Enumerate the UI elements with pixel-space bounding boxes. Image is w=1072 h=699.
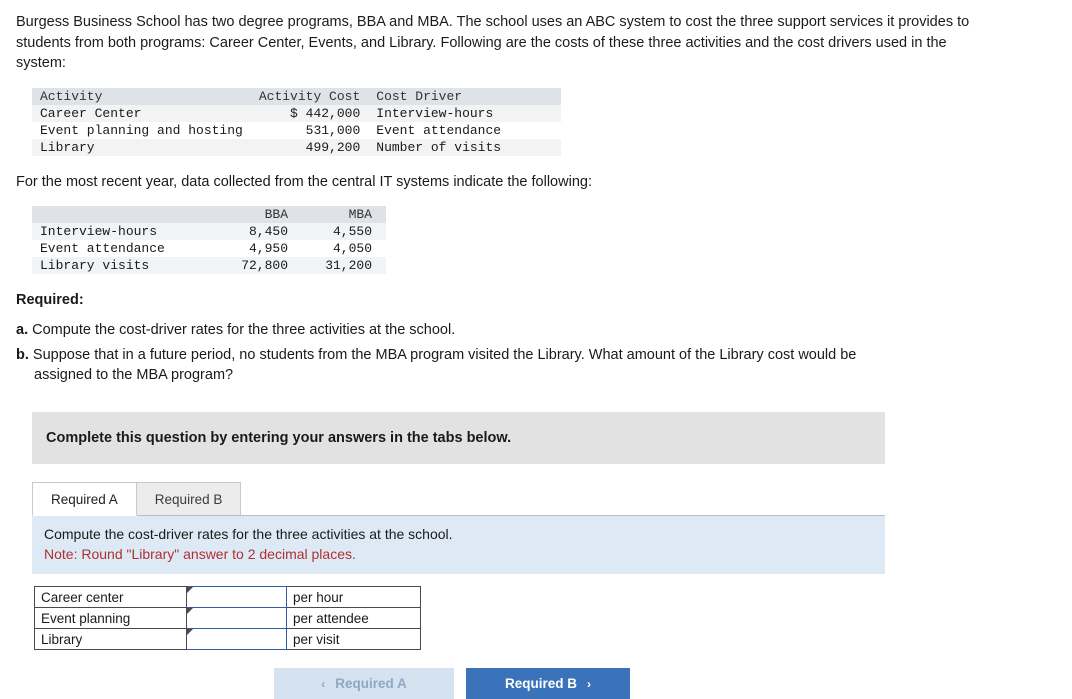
answer-row-unit: per hour — [286, 586, 421, 609]
answer-row-label: Library — [34, 628, 187, 651]
activity-name: Library — [40, 139, 95, 155]
driver-col-header — [32, 206, 218, 224]
driver-name: Library visits — [40, 258, 150, 274]
requirement-a: a. Compute the cost-driver rates for the… — [16, 320, 946, 341]
event-planning-rate-input[interactable] — [187, 608, 286, 629]
cell-corner-marker-icon — [187, 587, 193, 594]
table-row: Library visits 72,800 31,200 — [32, 257, 386, 275]
mid-text: For the most recent year, data collected… — [16, 173, 592, 190]
table-row: Event planning per attendee — [34, 607, 421, 630]
answer-row-label: Career center — [34, 586, 187, 609]
requirement-b: b. Suppose that in a future period, no s… — [16, 345, 946, 386]
requirement-b-text-cont: assigned to the MBA program? — [34, 367, 234, 384]
tab-required-a[interactable]: Required A — [32, 481, 137, 517]
table-row: Interview-hours 8,450 4,550 — [32, 223, 386, 241]
instruction-bar-text: Complete this question by entering your … — [46, 430, 512, 447]
instruction-bar: Complete this question by entering your … — [32, 412, 885, 465]
answer-row-label: Event planning — [34, 607, 187, 630]
problem-intro: Burgess Business School has two degree p… — [16, 14, 970, 72]
worksheet-page: Burgess Business School has two degree p… — [0, 0, 1072, 699]
answer-row-unit: per attendee — [286, 607, 421, 630]
requirement-a-text: Compute the cost-driver rates for the th… — [32, 322, 456, 339]
table-header-row: BBA MBA — [32, 206, 386, 224]
library-rate-input[interactable] — [187, 629, 286, 650]
activity-cost: $ 442,000 — [290, 105, 361, 121]
requirement-a-letter: a. — [16, 322, 29, 339]
cost-driver-col-header: Cost Driver — [372, 87, 562, 105]
cell-corner-marker-icon — [187, 629, 193, 636]
chevron-right-icon: › — [587, 676, 591, 691]
table-header-row: Activity Activity Cost Cost Driver — [32, 87, 562, 105]
answer-input-cell-career-center[interactable] — [186, 586, 287, 609]
table-row: Event planning and hosting 531,000 Event… — [32, 121, 562, 139]
answer-row-unit: per visit — [286, 628, 421, 651]
mba-value: 31,200 — [325, 258, 372, 274]
bba-value: 8,450 — [248, 224, 288, 240]
answer-input-cell-event-planning[interactable] — [186, 607, 287, 630]
driver-volume-table: BBA MBA Interview-hours 8,450 4,550 Even… — [32, 206, 386, 275]
chevron-left-icon: ‹ — [321, 676, 326, 691]
rounding-note: Note: Round "Library" answer to 2 decima… — [44, 546, 356, 563]
activity-cost-col-header: Activity Cost — [250, 87, 373, 105]
driver-name: Event attendance — [40, 241, 165, 257]
driver-name: Interview-hours — [40, 224, 158, 240]
table-row: Library per visit — [34, 628, 421, 651]
activity-name: Event planning and hosting — [40, 122, 243, 138]
activity-cost: 499,200 — [305, 139, 361, 155]
cell-corner-marker-icon — [187, 608, 193, 615]
next-required-b-button[interactable]: Required B › — [466, 668, 630, 699]
question-prompt: Compute the cost-driver rates for the th… — [44, 526, 453, 543]
bba-col-header: BBA — [218, 206, 302, 224]
mba-col-header: MBA — [302, 206, 386, 224]
prev-button-label: Required A — [335, 676, 407, 692]
cost-driver: Number of visits — [376, 139, 502, 155]
requirement-b-text: Suppose that in a future period, no stud… — [32, 346, 857, 363]
table-row: Career Center $ 442,000 Interview-hours — [32, 104, 562, 122]
required-heading: Required: — [16, 292, 84, 309]
table-row: Library 499,200 Number of visits — [32, 138, 562, 156]
nav-button-row: ‹ Required A Required B › — [16, 668, 888, 699]
activity-cost: 531,000 — [305, 122, 361, 138]
table-row: Event attendance 4,950 4,050 — [32, 240, 386, 258]
answer-table: Career center per hour Event planning pe… — [34, 586, 421, 651]
bba-value: 72,800 — [241, 258, 288, 274]
activity-name: Career Center — [40, 105, 142, 121]
activity-cost-table: Activity Activity Cost Cost Driver Caree… — [32, 87, 562, 156]
answer-input-cell-library[interactable] — [186, 628, 287, 651]
question-panel: Compute the cost-driver rates for the th… — [32, 516, 885, 575]
prev-required-a-button[interactable]: ‹ Required A — [274, 668, 454, 699]
activity-col-header: Activity — [32, 87, 251, 105]
career-center-rate-input[interactable] — [187, 587, 286, 608]
tab-bar: Required A Required B — [32, 478, 885, 517]
cost-driver: Interview-hours — [376, 105, 494, 121]
tab-required-b[interactable]: Required B — [135, 481, 242, 516]
bba-value: 4,950 — [248, 241, 288, 257]
mba-value: 4,050 — [332, 241, 372, 257]
next-button-label: Required B — [504, 676, 577, 692]
cost-driver: Event attendance — [376, 122, 502, 138]
requirement-b-letter: b. — [16, 346, 29, 363]
mba-value: 4,550 — [332, 224, 372, 240]
table-row: Career center per hour — [34, 586, 421, 609]
